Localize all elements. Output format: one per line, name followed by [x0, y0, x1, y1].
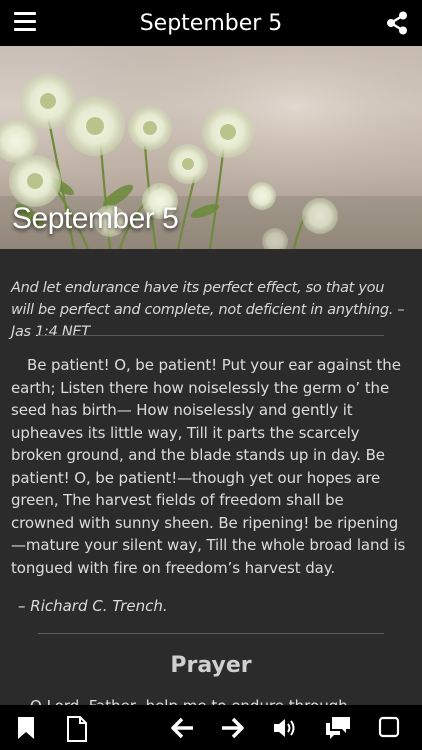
prayer-text: O Lord, Father, help me to endure throug…	[30, 697, 400, 705]
arrow-right-icon[interactable]	[221, 717, 245, 744]
bottom-toolbar	[0, 705, 422, 750]
arrow-left-icon[interactable]	[170, 717, 194, 744]
chat-icon[interactable]	[324, 715, 352, 746]
devotional-content[interactable]: And let endurance have its perfect effec…	[0, 249, 422, 705]
hero-title: September 5	[12, 202, 179, 235]
page-title: September 5	[139, 10, 283, 36]
top-bar: September 5	[0, 0, 422, 46]
devotional-body: Be patient! O, be patient! Put your ear …	[11, 356, 406, 577]
author-attribution: – Richard C. Trench.	[18, 597, 168, 615]
bookmark-icon[interactable]	[17, 716, 35, 745]
divider	[38, 633, 384, 634]
square-icon[interactable]	[378, 716, 400, 743]
prayer-heading: Prayer	[170, 653, 252, 678]
document-icon[interactable]	[66, 716, 88, 747]
hero-image: September 5	[0, 46, 422, 249]
share-icon[interactable]	[386, 11, 408, 35]
divider	[38, 335, 384, 336]
speaker-icon[interactable]	[272, 716, 298, 745]
menu-icon[interactable]	[14, 12, 36, 32]
scripture-verse: And let endurance have its perfect effec…	[11, 280, 405, 340]
